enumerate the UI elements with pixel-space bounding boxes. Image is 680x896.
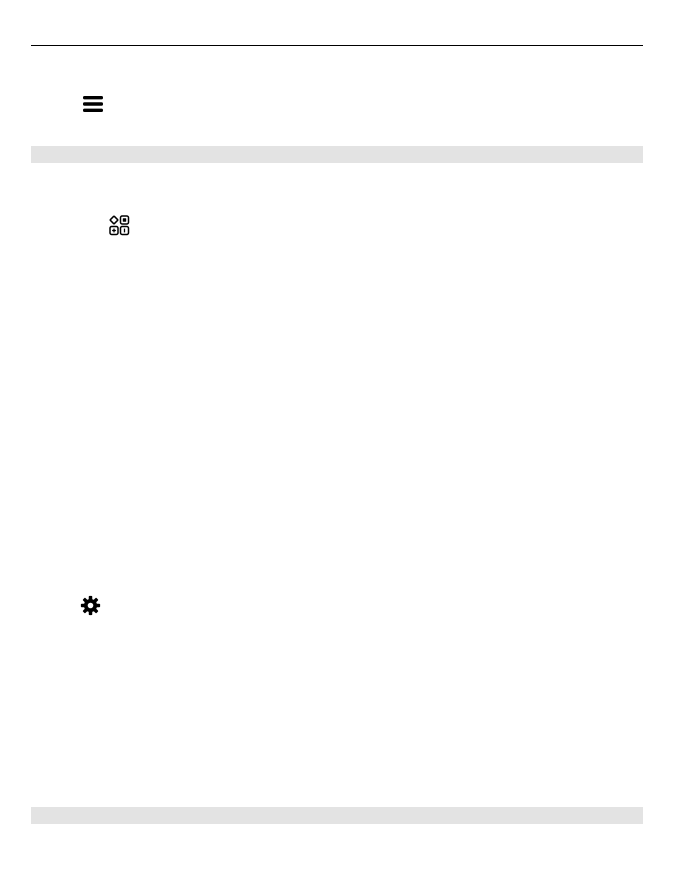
- section-band-top: [31, 146, 643, 163]
- header-rule: [31, 45, 643, 46]
- menu-icon: [83, 96, 103, 112]
- gear-icon: [80, 595, 101, 616]
- section-band-bottom: [31, 807, 643, 824]
- apps-grid-icon: [109, 215, 130, 236]
